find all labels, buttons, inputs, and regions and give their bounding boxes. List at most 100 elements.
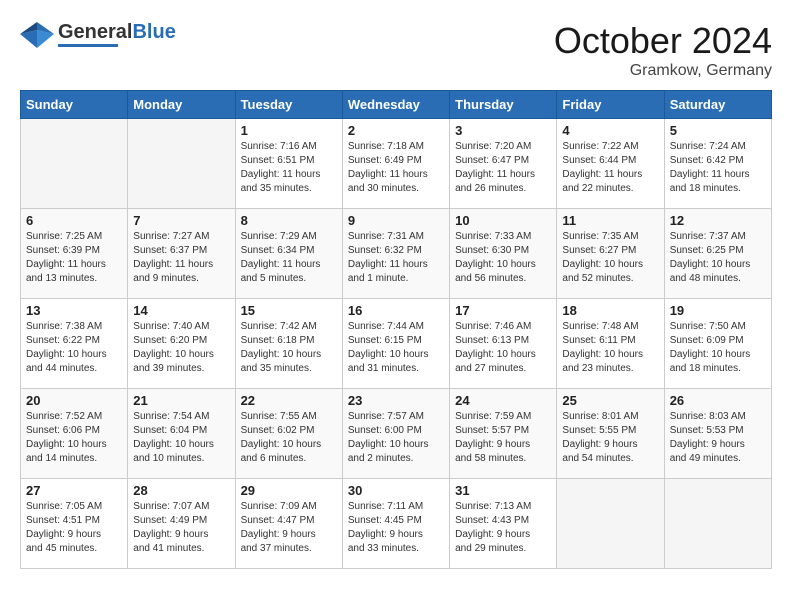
table-row: 17 Sunrise: 7:46 AM Sunset: 6:13 PM Dayli… <box>450 299 557 389</box>
table-row: 2Sunrise: 7:18 AM Sunset: 6:49 PM Daylig… <box>342 119 449 209</box>
day-info: Sunrise: 7:48 AM Sunset: 6:11 PM Dayligh… <box>562 320 658 376</box>
table-row: 22 Sunrise: 7:55 AM Sunset: 6:02 PM Dayli… <box>235 389 342 479</box>
day-number: 30 <box>348 483 444 498</box>
day-info: Sunrise: 8:03 AM Sunset: 5:53 PM Dayligh… <box>670 410 766 466</box>
day-info: Sunrise: 8:01 AM Sunset: 5:55 PM Dayligh… <box>562 410 658 466</box>
day-number: 26 <box>670 393 766 408</box>
table-row: 31Sunrise: 7:13 AM Sunset: 4:43 PM Dayli… <box>450 479 557 569</box>
day-info: Sunrise: 7:54 AM Sunset: 6:04 PM Dayligh… <box>133 410 229 466</box>
day-number: 3 <box>455 123 551 138</box>
day-number: 5 <box>670 123 766 138</box>
day-number: 1 <box>241 123 337 138</box>
day-number: 9 <box>348 213 444 228</box>
day-number: 10 <box>455 213 551 228</box>
day-number: 6 <box>26 213 122 228</box>
table-row: 21 Sunrise: 7:54 AM Sunset: 6:04 PM Dayli… <box>128 389 235 479</box>
day-number: 7 <box>133 213 229 228</box>
table-row <box>664 479 771 569</box>
table-row: 25Sunrise: 8:01 AM Sunset: 5:55 PM Dayli… <box>557 389 664 479</box>
day-info: Sunrise: 7:59 AM Sunset: 5:57 PM Dayligh… <box>455 410 551 466</box>
day-info: Sunrise: 7:09 AM Sunset: 4:47 PM Dayligh… <box>241 500 337 556</box>
table-row: 24 Sunrise: 7:59 AM Sunset: 5:57 PM Dayli… <box>450 389 557 479</box>
table-row: 26 Sunrise: 8:03 AM Sunset: 5:53 PM Dayli… <box>664 389 771 479</box>
day-info: Sunrise: 7:55 AM Sunset: 6:02 PM Dayligh… <box>241 410 337 466</box>
table-row: 15 Sunrise: 7:42 AM Sunset: 6:18 PM Dayli… <box>235 299 342 389</box>
calendar-table: Sunday Monday Tuesday Wednesday Thursday… <box>20 90 772 569</box>
day-info: Sunrise: 7:50 AM Sunset: 6:09 PM Dayligh… <box>670 320 766 376</box>
day-number: 15 <box>241 303 337 318</box>
table-row <box>128 119 235 209</box>
day-info: Sunrise: 7:38 AM Sunset: 6:22 PM Dayligh… <box>26 320 122 376</box>
table-row: 8Sunrise: 7:29 AM Sunset: 6:34 PM Daylig… <box>235 209 342 299</box>
day-number: 23 <box>348 393 444 408</box>
header-thursday: Thursday <box>450 91 557 119</box>
day-info: Sunrise: 7:35 AM Sunset: 6:27 PM Dayligh… <box>562 230 658 286</box>
calendar-body: 1 Sunrise: 7:16 AM Sunset: 6:51 PM Daylig… <box>21 119 772 569</box>
page-header: GeneralBlue October 2024 Gramkow, German… <box>20 20 772 80</box>
day-info: Sunrise: 7:37 AM Sunset: 6:25 PM Dayligh… <box>670 230 766 286</box>
day-number: 24 <box>455 393 551 408</box>
logo-bird-icon <box>20 20 54 48</box>
day-number: 21 <box>133 393 229 408</box>
day-info: Sunrise: 7:25 AM Sunset: 6:39 PM Dayligh… <box>26 230 122 286</box>
table-row: 23 Sunrise: 7:57 AM Sunset: 6:00 PM Dayli… <box>342 389 449 479</box>
table-row: 28 Sunrise: 7:07 AM Sunset: 4:49 PM Dayli… <box>128 479 235 569</box>
logo-blue: Blue <box>132 21 175 43</box>
day-info: Sunrise: 7:40 AM Sunset: 6:20 PM Dayligh… <box>133 320 229 376</box>
header-saturday: Saturday <box>664 91 771 119</box>
day-number: 20 <box>26 393 122 408</box>
table-row: 5 Sunrise: 7:24 AM Sunset: 6:42 PM Daylig… <box>664 119 771 209</box>
calendar-week-row: 6 Sunrise: 7:25 AM Sunset: 6:39 PM Daylig… <box>21 209 772 299</box>
day-info: Sunrise: 7:05 AM Sunset: 4:51 PM Dayligh… <box>26 500 122 556</box>
subtitle: Gramkow, Germany <box>554 62 772 80</box>
table-row: 30 Sunrise: 7:11 AM Sunset: 4:45 PM Dayli… <box>342 479 449 569</box>
day-info: Sunrise: 7:29 AM Sunset: 6:34 PM Dayligh… <box>241 230 337 286</box>
calendar-week-row: 20 Sunrise: 7:52 AM Sunset: 6:06 PM Dayli… <box>21 389 772 479</box>
logo: GeneralBlue <box>20 20 176 48</box>
table-row: 19Sunrise: 7:50 AM Sunset: 6:09 PM Dayli… <box>664 299 771 389</box>
title-block: October 2024 Gramkow, Germany <box>554 20 772 80</box>
day-info: Sunrise: 7:46 AM Sunset: 6:13 PM Dayligh… <box>455 320 551 376</box>
day-info: Sunrise: 7:11 AM Sunset: 4:45 PM Dayligh… <box>348 500 444 556</box>
header-wednesday: Wednesday <box>342 91 449 119</box>
day-info: Sunrise: 7:42 AM Sunset: 6:18 PM Dayligh… <box>241 320 337 376</box>
day-info: Sunrise: 7:24 AM Sunset: 6:42 PM Dayligh… <box>670 140 766 196</box>
calendar-week-row: 13 Sunrise: 7:38 AM Sunset: 6:22 PM Dayli… <box>21 299 772 389</box>
table-row: 3Sunrise: 7:20 AM Sunset: 6:47 PM Daylig… <box>450 119 557 209</box>
logo-general: General <box>58 21 132 43</box>
header-sunday: Sunday <box>21 91 128 119</box>
table-row: 10 Sunrise: 7:33 AM Sunset: 6:30 PM Dayli… <box>450 209 557 299</box>
day-number: 14 <box>133 303 229 318</box>
day-info: Sunrise: 7:57 AM Sunset: 6:00 PM Dayligh… <box>348 410 444 466</box>
table-row: 9Sunrise: 7:31 AM Sunset: 6:32 PM Daylig… <box>342 209 449 299</box>
day-number: 11 <box>562 213 658 228</box>
header-tuesday: Tuesday <box>235 91 342 119</box>
day-info: Sunrise: 7:52 AM Sunset: 6:06 PM Dayligh… <box>26 410 122 466</box>
day-info: Sunrise: 7:13 AM Sunset: 4:43 PM Dayligh… <box>455 500 551 556</box>
table-row: 27Sunrise: 7:05 AM Sunset: 4:51 PM Dayli… <box>21 479 128 569</box>
day-info: Sunrise: 7:18 AM Sunset: 6:49 PM Dayligh… <box>348 140 444 196</box>
day-info: Sunrise: 7:16 AM Sunset: 6:51 PM Dayligh… <box>241 140 337 196</box>
day-info: Sunrise: 7:33 AM Sunset: 6:30 PM Dayligh… <box>455 230 551 286</box>
table-row: 11 Sunrise: 7:35 AM Sunset: 6:27 PM Dayli… <box>557 209 664 299</box>
weekday-header-row: Sunday Monday Tuesday Wednesday Thursday… <box>21 91 772 119</box>
header-monday: Monday <box>128 91 235 119</box>
day-number: 17 <box>455 303 551 318</box>
table-row <box>557 479 664 569</box>
day-number: 22 <box>241 393 337 408</box>
table-row: 20 Sunrise: 7:52 AM Sunset: 6:06 PM Dayli… <box>21 389 128 479</box>
day-number: 16 <box>348 303 444 318</box>
calendar-week-row: 1 Sunrise: 7:16 AM Sunset: 6:51 PM Daylig… <box>21 119 772 209</box>
day-info: Sunrise: 7:07 AM Sunset: 4:49 PM Dayligh… <box>133 500 229 556</box>
table-row: 29Sunrise: 7:09 AM Sunset: 4:47 PM Dayli… <box>235 479 342 569</box>
day-number: 28 <box>133 483 229 498</box>
table-row: 13 Sunrise: 7:38 AM Sunset: 6:22 PM Dayli… <box>21 299 128 389</box>
day-info: Sunrise: 7:27 AM Sunset: 6:37 PM Dayligh… <box>133 230 229 286</box>
calendar-header: Sunday Monday Tuesday Wednesday Thursday… <box>21 91 772 119</box>
table-row: 1 Sunrise: 7:16 AM Sunset: 6:51 PM Daylig… <box>235 119 342 209</box>
header-friday: Friday <box>557 91 664 119</box>
day-info: Sunrise: 7:22 AM Sunset: 6:44 PM Dayligh… <box>562 140 658 196</box>
day-number: 4 <box>562 123 658 138</box>
day-info: Sunrise: 7:44 AM Sunset: 6:15 PM Dayligh… <box>348 320 444 376</box>
day-number: 13 <box>26 303 122 318</box>
